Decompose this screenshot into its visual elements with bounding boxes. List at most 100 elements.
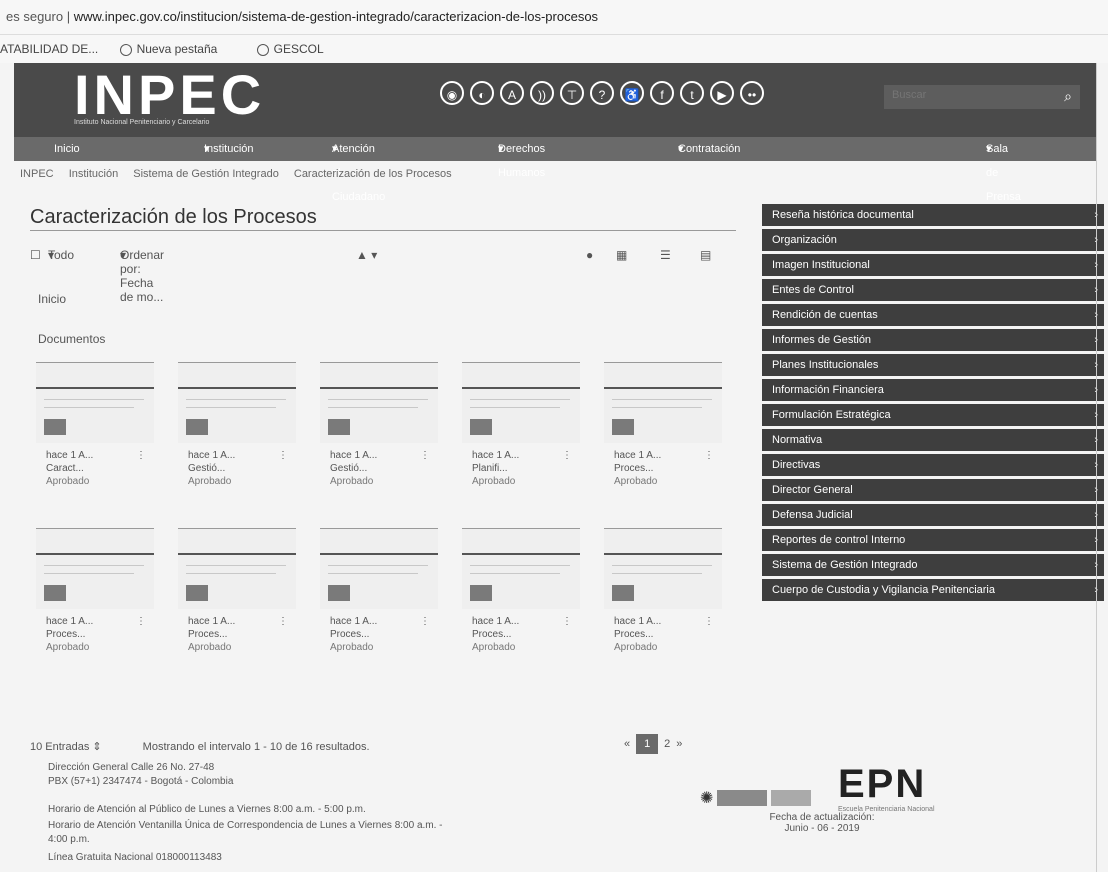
- more-options-icon[interactable]: ⋮: [278, 616, 288, 627]
- document-thumbnail[interactable]: [604, 362, 722, 443]
- more-options-icon[interactable]: ⋮: [420, 450, 430, 461]
- bookmark-2[interactable]: GESCOL: [256, 42, 342, 56]
- search-icon[interactable]: ⌕: [1064, 88, 1072, 105]
- sort-direction-button[interactable]: ▲ ▾: [356, 248, 377, 262]
- nav-item-atencion[interactable]: Atención al Ciudadano ▾: [332, 137, 385, 203]
- document-thumbnail[interactable]: [604, 528, 722, 609]
- sidebar-item[interactable]: Informes de Gestión›: [762, 329, 1104, 351]
- sidebar-item[interactable]: Defensa Judicial›: [762, 504, 1104, 526]
- breadcrumb-item[interactable]: INPEC: [20, 168, 54, 180]
- document-card[interactable]: hace 1 A... ⋮ Gestió... Aprobado: [320, 362, 440, 498]
- document-card[interactable]: hace 1 A... ⋮ Caract... Aprobado: [36, 362, 156, 498]
- per-page-dropdown[interactable]: 10 Entradas ⇕: [30, 741, 102, 753]
- twitter-icon[interactable]: t: [680, 81, 704, 105]
- card-title[interactable]: Caract...: [46, 463, 84, 474]
- document-thumbnail[interactable]: [178, 528, 296, 609]
- font-size-icon[interactable]: A: [500, 81, 524, 105]
- url-text[interactable]: www.inpec.gov.co/institucion/sistema-de-…: [74, 9, 598, 24]
- sidebar-item[interactable]: Organización›: [762, 229, 1104, 251]
- nav-item-institucion[interactable]: Institución ▾: [204, 137, 254, 161]
- select-all-checkbox[interactable]: ☐: [30, 248, 41, 262]
- list-view-icon[interactable]: ☰: [660, 248, 671, 262]
- document-card[interactable]: hace 1 A... ⋮ Planifi... Aprobado: [462, 362, 582, 498]
- more-options-icon[interactable]: ⋮: [420, 616, 430, 627]
- card-title[interactable]: Proces...: [614, 463, 653, 474]
- sidebar-item[interactable]: Directivas›: [762, 454, 1104, 476]
- youtube-icon[interactable]: ▶: [710, 81, 734, 105]
- sidebar-item[interactable]: Rendición de cuentas›: [762, 304, 1104, 326]
- sidebar-item[interactable]: Director General›: [762, 479, 1104, 501]
- sidebar-item[interactable]: Reseña histórica documental›: [762, 204, 1104, 226]
- order-dropdown[interactable]: Ordenar por: Fecha de mo... ▾: [120, 248, 164, 304]
- document-card[interactable]: hace 1 A... ⋮ Proces... Aprobado: [320, 528, 440, 664]
- pager-next[interactable]: »: [676, 738, 682, 750]
- contrast-icon[interactable]: ◐: [470, 81, 494, 105]
- card-title[interactable]: Proces...: [614, 629, 653, 640]
- pager-page-2[interactable]: 2: [664, 738, 670, 750]
- pager-current[interactable]: 1: [636, 734, 659, 754]
- address-bar[interactable]: es seguro | www.inpec.gov.co/institucion…: [0, 0, 1108, 35]
- document-thumbnail[interactable]: [178, 362, 296, 443]
- document-thumbnail[interactable]: [462, 362, 580, 443]
- document-thumbnail[interactable]: [36, 528, 154, 609]
- nav-item-derechos[interactable]: Derechos Humanos ▾: [498, 137, 545, 179]
- card-title[interactable]: Proces...: [472, 629, 511, 640]
- card-title[interactable]: Proces...: [46, 629, 85, 640]
- sidebar-item[interactable]: Normativa›: [762, 429, 1104, 451]
- sitemap-icon[interactable]: ⊤: [560, 81, 584, 105]
- document-thumbnail[interactable]: [462, 528, 580, 609]
- card-title[interactable]: Gestió...: [330, 463, 367, 474]
- card-title[interactable]: Proces...: [330, 629, 369, 640]
- document-card[interactable]: hace 1 A... ⋮ Proces... Aprobado: [36, 528, 156, 664]
- sidebar-item[interactable]: Información Financiera›: [762, 379, 1104, 401]
- document-card[interactable]: hace 1 A... ⋮ Proces... Aprobado: [604, 528, 724, 664]
- accessibility-icon[interactable]: ◉: [440, 81, 464, 105]
- document-card[interactable]: hace 1 A... ⋮ Proces... Aprobado: [462, 528, 582, 664]
- info-icon[interactable]: ●: [586, 248, 593, 262]
- card-title[interactable]: Planifi...: [472, 463, 508, 474]
- more-options-icon[interactable]: ⋮: [278, 450, 288, 461]
- sidebar-item[interactable]: Reportes de control Interno›: [762, 529, 1104, 551]
- bookmark-0[interactable]: ATABILIDAD DE...: [0, 42, 98, 56]
- sidebar-item[interactable]: Planes Institucionales›: [762, 354, 1104, 376]
- ministry-logo[interactable]: [717, 790, 768, 806]
- section-home[interactable]: Inicio: [38, 292, 66, 306]
- table-view-icon[interactable]: ▤: [700, 248, 711, 262]
- nav-item-inicio[interactable]: Inicio: [54, 137, 80, 161]
- grid-view-icon[interactable]: ▦: [616, 248, 627, 262]
- sidebar-item[interactable]: Formulación Estratégica›: [762, 404, 1104, 426]
- more-options-icon[interactable]: ⋮: [704, 616, 714, 627]
- more-options-icon[interactable]: ⋮: [562, 450, 572, 461]
- sidebar-item[interactable]: Imagen Institucional›: [762, 254, 1104, 276]
- filter-dropdown[interactable]: Todo ▾: [48, 248, 74, 262]
- document-thumbnail[interactable]: [320, 362, 438, 443]
- card-title[interactable]: Gestió...: [188, 463, 225, 474]
- accessibility-person-icon[interactable]: ♿: [620, 81, 644, 105]
- flickr-icon[interactable]: ••: [740, 81, 764, 105]
- more-options-icon[interactable]: ⋮: [562, 616, 572, 627]
- document-card[interactable]: hace 1 A... ⋮ Proces... Aprobado: [178, 528, 298, 664]
- document-thumbnail[interactable]: [36, 362, 154, 443]
- search-input[interactable]: [884, 85, 1060, 105]
- nav-item-prensa[interactable]: Sala de Prensa ▾: [986, 137, 1021, 203]
- more-options-icon[interactable]: ⋮: [136, 450, 146, 461]
- bookmark-1[interactable]: Nueva pestaña: [119, 42, 236, 56]
- rss-icon[interactable]: )): [530, 81, 554, 105]
- sidebar-item[interactable]: Entes de Control›: [762, 279, 1104, 301]
- sidebar-item[interactable]: Cuerpo de Custodia y Vigilancia Penitenc…: [762, 579, 1104, 601]
- more-options-icon[interactable]: ⋮: [704, 450, 714, 461]
- epn-logo[interactable]: EPN: [838, 762, 926, 807]
- document-card[interactable]: hace 1 A... ⋮ Gestió... Aprobado: [178, 362, 298, 498]
- breadcrumb-item[interactable]: Sistema de Gestión Integrado: [133, 168, 279, 180]
- document-thumbnail[interactable]: [320, 528, 438, 609]
- help-icon[interactable]: ?: [590, 81, 614, 105]
- breadcrumb-item[interactable]: Institución: [69, 168, 119, 180]
- card-title[interactable]: Proces...: [188, 629, 227, 640]
- sidebar-item[interactable]: Sistema de Gestión Integrado›: [762, 554, 1104, 576]
- nav-item-contratacion[interactable]: Contratación ▾: [678, 137, 740, 161]
- pager-prev[interactable]: «: [624, 738, 630, 750]
- document-card[interactable]: hace 1 A... ⋮ Proces... Aprobado: [604, 362, 724, 498]
- ministry-logo-2[interactable]: [771, 790, 812, 806]
- site-logo[interactable]: INPEC: [74, 67, 265, 123]
- more-options-icon[interactable]: ⋮: [136, 616, 146, 627]
